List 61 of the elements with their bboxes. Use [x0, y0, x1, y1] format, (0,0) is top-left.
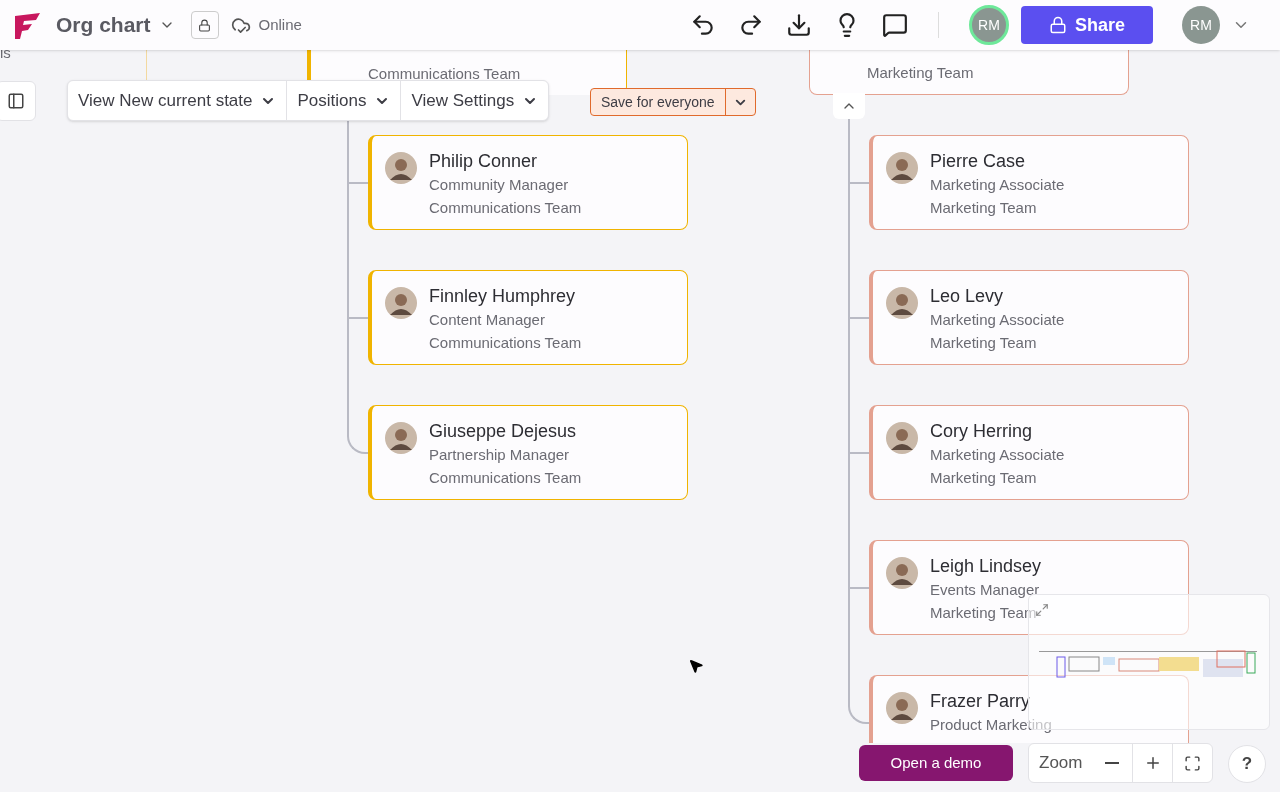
person-name: Leigh Lindsey [930, 555, 1042, 578]
person-name: Leo Levy [930, 285, 1005, 308]
undo-button[interactable] [690, 12, 716, 38]
status-text: Online [258, 14, 302, 35]
manager-card[interactable]: Marketing Team [809, 50, 1129, 95]
person-card[interactable]: Pierre Case Marketing Associate Marketing Team [869, 135, 1189, 230]
person-card[interactable]: Philip Conner Community Manager Communications Team [368, 135, 688, 230]
logo-icon [12, 10, 42, 40]
person-team: Marketing Team [930, 468, 1038, 488]
canvas-text: is [0, 43, 11, 63]
collaborator-avatar: RM [969, 5, 1009, 45]
sidebar-icon [7, 92, 25, 110]
person-role: Product Marketing [930, 715, 1052, 735]
person-card[interactable]: Frazer Parry Product Marketing [869, 675, 1189, 743]
user-avatar: RM [1182, 6, 1220, 44]
redo-button[interactable] [738, 12, 764, 38]
person-team: Communications Team [429, 468, 582, 488]
cloud-check-icon [230, 15, 251, 35]
manager-text: Communications Team [368, 64, 522, 84]
help-button[interactable]: ? [1228, 745, 1266, 783]
expand-icon [1035, 603, 1049, 617]
person-role: Marketing Associate [930, 445, 1065, 465]
open-demo-button[interactable]: Open a demo [859, 745, 1013, 781]
share-button[interactable]: Share [1021, 6, 1153, 44]
lock-icon [1049, 16, 1067, 34]
view-dropdown[interactable]: Positions [286, 81, 401, 120]
person-role: Community Manager [429, 175, 570, 195]
download-button[interactable] [786, 12, 812, 38]
person-name: Finnley Humphrey [429, 285, 577, 308]
document-title: Org chart [56, 12, 151, 39]
person-name: Pierre Case [930, 150, 1027, 173]
comment-button[interactable] [882, 12, 908, 38]
lock-button[interactable] [190, 11, 219, 39]
person-team: Communications Team [429, 333, 582, 353]
manager-text: Marketing Team [867, 63, 975, 83]
person-name: Frazer Parry [930, 690, 1031, 713]
person-role: Content Manager [429, 310, 546, 330]
person-team: Marketing Team [930, 198, 1038, 218]
view-dropdown[interactable]: View New current state [68, 81, 287, 120]
lock-icon [198, 18, 212, 32]
person-role: Marketing Associate [930, 175, 1065, 195]
person-name: Cory Herring [930, 420, 1034, 443]
person-team: Marketing Team [930, 333, 1038, 353]
sidebar-toggle-button[interactable] [0, 81, 36, 121]
fullscreen-icon [1184, 754, 1202, 772]
person-card[interactable]: Giuseppe Dejesus Partnership Manager Communications Team [368, 405, 688, 500]
person-role: Events Manager [930, 580, 1041, 600]
cursor-icon [688, 658, 704, 674]
view-dropdown[interactable]: View Settings [400, 81, 549, 120]
person-card[interactable]: Leo Levy Marketing Associate Marketing Team [869, 270, 1189, 365]
person-name: Giuseppe Dejesus [429, 420, 578, 443]
person-role: Marketing Associate [930, 310, 1065, 330]
person-card[interactable]: Cory Herring Marketing Associate Marketing Team [869, 405, 1189, 500]
person-card[interactable]: Leigh Lindsey Events Manager Marketing Team [869, 540, 1189, 635]
person-team: Communications Team [429, 198, 582, 218]
person-role: Partnership Manager [429, 445, 571, 465]
zoom-label: Zoom [1038, 752, 1084, 775]
person-card[interactable]: Finnley Humphrey Content Manager Communications Team [368, 270, 688, 365]
person-team: Marketing Team [930, 603, 1038, 623]
minus-icon [1105, 762, 1120, 764]
person-name: Philip Conner [429, 150, 539, 173]
